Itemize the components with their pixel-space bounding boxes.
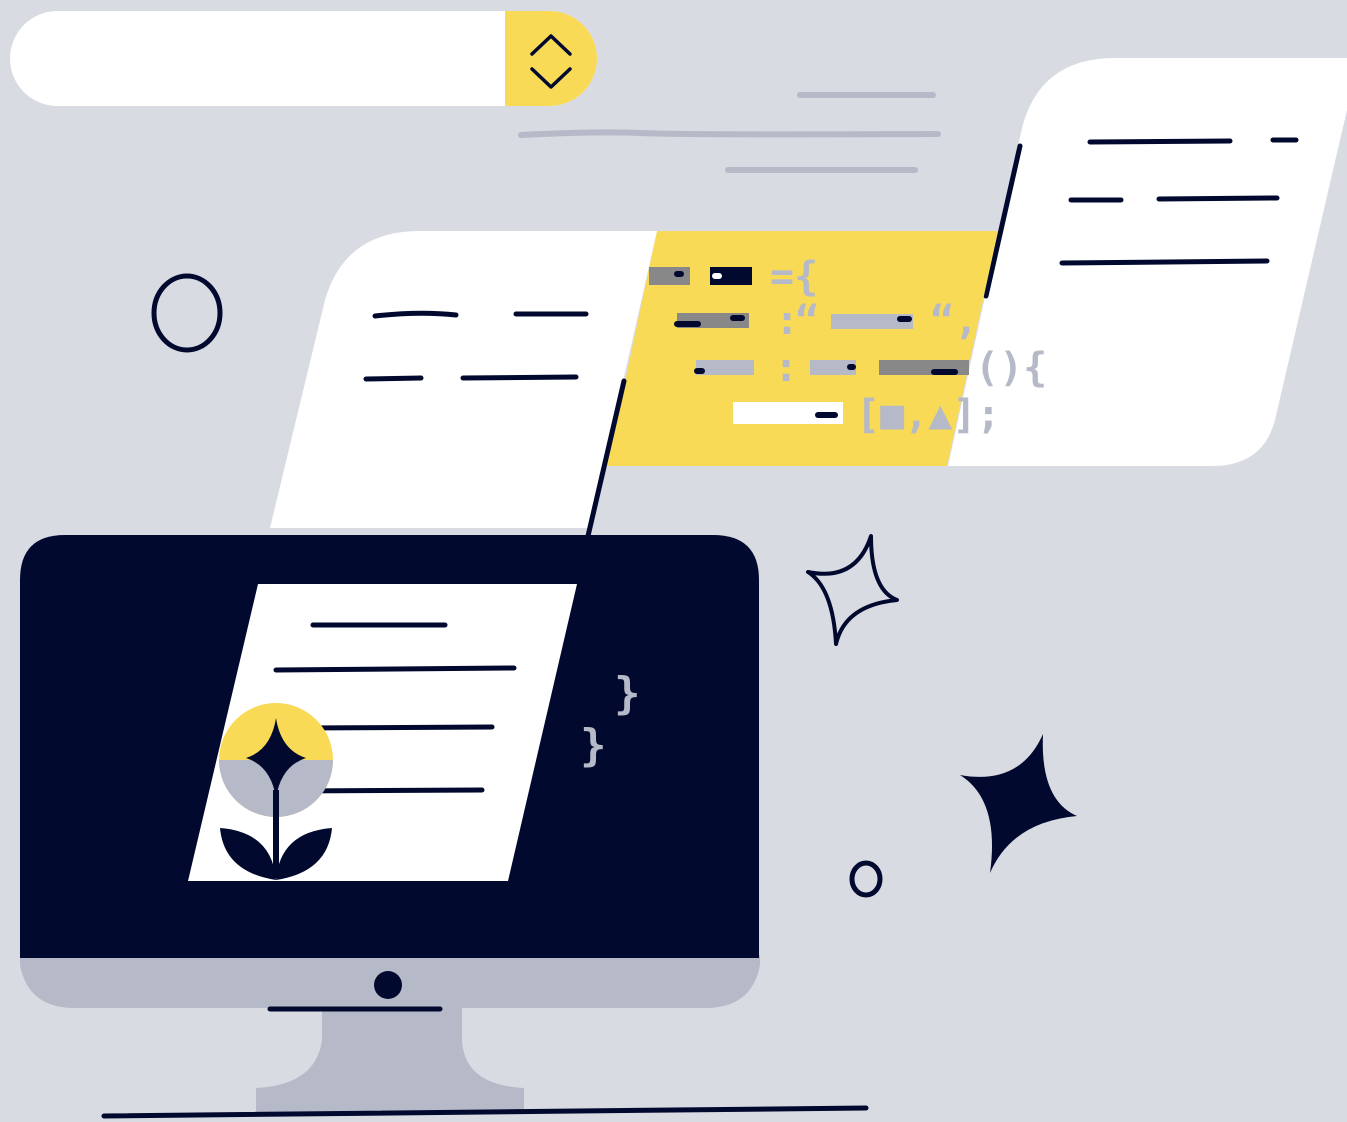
decor-lines-top [518, 92, 941, 173]
monitor-stand [256, 1000, 524, 1112]
code-text-close-quote: “, [930, 298, 978, 344]
monitor-power-button [374, 971, 402, 999]
sparkle-filled-icon [960, 734, 1077, 873]
code-text-open-quote: “ [795, 298, 819, 344]
code-text-operator: ={ [770, 254, 818, 300]
code-text-array: [■,▲]; [856, 392, 1001, 438]
plant-icon [219, 703, 333, 880]
code-text-call: (){ [975, 345, 1047, 391]
code-text-colon-2: : [774, 345, 798, 391]
screen-brace-1: } [614, 668, 641, 719]
circle-outline-icon [151, 273, 223, 353]
circle-outline-small-icon [849, 860, 883, 898]
illustration-art: ={ : “ “, : (){ [■,▲];}} [20, 58, 1347, 1119]
illustration-canvas: ={ : “ “, : (){ [■,▲];}} [0, 0, 1347, 1122]
sparkle-outline-icon [806, 534, 899, 646]
screen-brace-2: } [580, 720, 607, 771]
